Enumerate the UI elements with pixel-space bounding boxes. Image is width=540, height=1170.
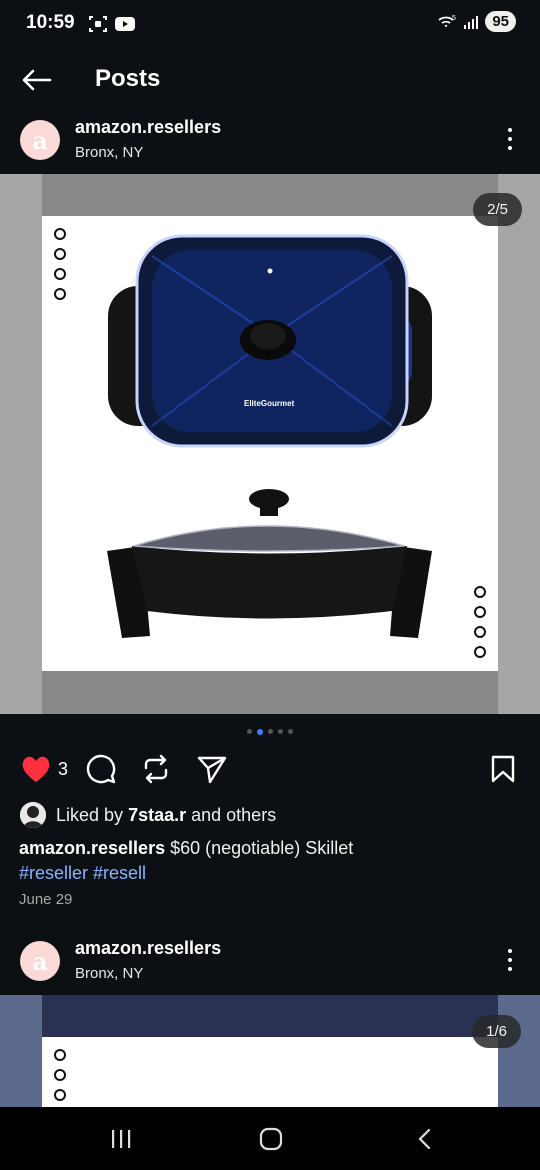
post-location[interactable]: Bronx, NY	[75, 144, 143, 161]
carousel-dot	[278, 729, 283, 734]
liked-by-text: Liked by 7staa.r and others	[56, 805, 276, 826]
post-header: a amazon.resellers Bronx, NY	[0, 938, 540, 1000]
more-options-button[interactable]	[500, 125, 520, 153]
post-username[interactable]: amazon.resellers	[75, 938, 221, 959]
caption-hashtags[interactable]: #reseller #resell	[19, 863, 146, 883]
save-button[interactable]	[490, 752, 516, 786]
recent-apps-icon	[112, 1129, 131, 1148]
more-icon-dot	[508, 958, 512, 962]
bookmark-icon	[491, 755, 515, 783]
decorative-dots-top	[54, 228, 66, 300]
liked-by-prefix: Liked by	[56, 804, 124, 825]
heart-icon	[22, 756, 50, 782]
repost-button[interactable]	[141, 752, 171, 786]
product-brand: EliteGourmet	[244, 399, 295, 408]
home-button[interactable]	[231, 1107, 311, 1170]
more-options-button[interactable]	[500, 946, 520, 974]
user-avatar-icon	[20, 802, 46, 828]
more-icon-dot	[508, 137, 512, 141]
comment-button[interactable]	[85, 752, 117, 786]
post-actions: 3	[0, 748, 540, 792]
system-navigation-bar	[0, 1107, 540, 1170]
battery-indicator: 95	[485, 11, 516, 32]
status-system-icons: 5 95	[437, 11, 516, 32]
caption-username[interactable]: amazon.resellers	[19, 838, 165, 858]
svg-text:5: 5	[452, 15, 456, 22]
carousel-dot	[268, 729, 273, 734]
avatar-letter: a	[32, 946, 48, 976]
carousel-dot	[247, 729, 252, 734]
avatar-letter: a	[32, 125, 48, 155]
carousel-dot-active	[257, 729, 263, 735]
status-notification-icons	[88, 14, 136, 34]
like-button[interactable]: 3	[20, 752, 68, 786]
liked-by-suffix: and others	[191, 804, 277, 825]
chevron-left-icon	[418, 1128, 431, 1149]
post-date: June 29	[19, 891, 73, 908]
more-icon-dot	[508, 128, 512, 132]
liked-by-row[interactable]: Liked by 7staa.r and others	[20, 802, 276, 828]
wifi-icon: 5	[438, 15, 456, 27]
post-media[interactable]: 1/6	[0, 995, 540, 1107]
decorative-dots-top	[54, 1049, 66, 1101]
post-location[interactable]: Bronx, NY	[75, 965, 143, 982]
like-count[interactable]: 3	[58, 759, 68, 780]
post-image	[42, 1037, 498, 1107]
screenshot-icon	[89, 16, 107, 32]
status-time: 10:59	[26, 12, 75, 33]
home-icon	[259, 1127, 283, 1150]
liked-by-user[interactable]: 7staa.r	[128, 805, 186, 825]
post-username[interactable]: amazon.resellers	[75, 117, 221, 138]
share-button[interactable]	[196, 752, 228, 786]
post-header: a amazon.resellers Bronx, NY	[0, 117, 540, 179]
system-back-button[interactable]	[384, 1107, 464, 1170]
product-image: EliteGourmet	[42, 216, 498, 671]
back-button[interactable]	[18, 64, 54, 96]
carousel-dot	[288, 729, 293, 734]
page-title: Posts	[95, 65, 161, 92]
carousel-counter: 2/5	[473, 193, 522, 226]
caption-text: $60 (negotiable) Skillet	[170, 838, 354, 858]
more-icon-dot	[508, 949, 512, 953]
comment-icon	[86, 754, 116, 784]
post-media[interactable]: EliteGourmet 2/5	[0, 174, 540, 714]
status-bar: 10:59 5 95	[0, 0, 540, 50]
more-icon-dot	[508, 967, 512, 971]
carousel-indicator	[0, 729, 540, 735]
decorative-dots-bottom	[474, 586, 486, 658]
carousel-counter: 1/6	[472, 1015, 521, 1048]
top-bar: Posts	[0, 50, 540, 110]
liked-by-avatar	[20, 802, 46, 828]
signal-icon	[464, 15, 479, 29]
post-caption: amazon.resellers $60 (negotiable) Skille…	[19, 836, 519, 886]
more-icon-dot	[508, 146, 512, 150]
repost-icon	[144, 754, 168, 784]
recent-apps-button[interactable]	[81, 1107, 161, 1170]
skillet-image: EliteGourmet	[107, 234, 432, 638]
avatar[interactable]: a	[20, 941, 60, 981]
back-arrow-icon	[22, 69, 52, 91]
avatar[interactable]: a	[20, 120, 60, 160]
send-icon	[197, 756, 227, 784]
youtube-icon	[115, 17, 135, 31]
